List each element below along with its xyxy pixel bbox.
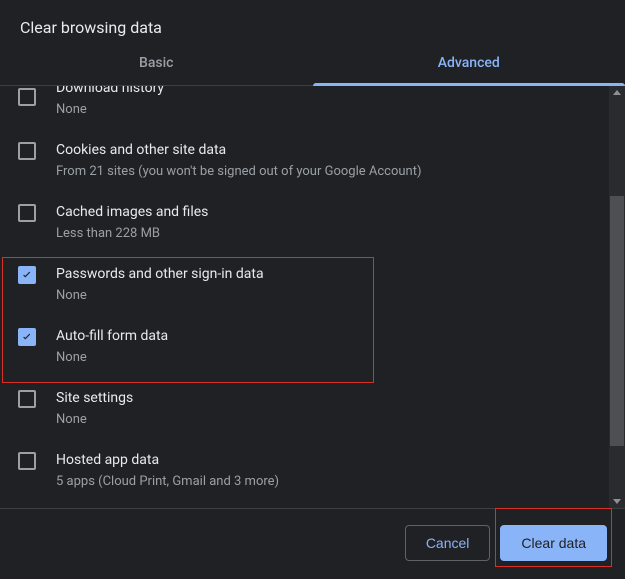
option-title: Cookies and other site data	[56, 140, 591, 160]
checkbox-autofill[interactable]	[18, 328, 36, 346]
option-title: Passwords and other sign-in data	[56, 264, 591, 284]
scroll-down-icon[interactable]	[613, 499, 621, 504]
option-site-settings: Site settingsNone	[2, 378, 609, 440]
option-subtitle: None	[56, 410, 591, 430]
option-title: Cached images and files	[56, 202, 591, 222]
option-subtitle: None	[56, 286, 591, 306]
option-title: Hosted app data	[56, 450, 591, 470]
option-title: Site settings	[56, 388, 591, 408]
scrollbar[interactable]	[609, 86, 625, 508]
content: Download history None Cookies and other si…	[0, 86, 625, 508]
tab-basic[interactable]: Basic	[0, 43, 313, 85]
option-subtitle: Less than 228 MB	[56, 224, 591, 244]
option-passwords: Passwords and other sign-in dataNone	[2, 254, 609, 316]
option-subtitle: 5 apps (Cloud Print, Gmail and 3 more)	[56, 472, 591, 492]
checkbox-download-history[interactable]	[18, 88, 36, 106]
options-list: Download history None Cookies and other si…	[0, 86, 609, 508]
checkbox-hosted-app[interactable]	[18, 452, 36, 470]
option-cache: Cached images and filesLess than 228 MB	[2, 192, 609, 254]
option-subtitle: None	[56, 348, 591, 368]
scroll-up-icon[interactable]	[613, 90, 621, 95]
option-title: Auto-fill form data	[56, 326, 591, 346]
checkbox-cookies[interactable]	[18, 142, 36, 160]
scroll-thumb[interactable]	[610, 196, 624, 446]
checkbox-passwords[interactable]	[18, 266, 36, 284]
clear-data-button[interactable]: Clear data	[500, 525, 607, 561]
tab-advanced[interactable]: Advanced	[313, 43, 625, 85]
option-title: Download history	[56, 86, 591, 98]
option-subtitle: None	[56, 100, 591, 120]
checkbox-cache[interactable]	[18, 204, 36, 222]
option-autofill: Auto-fill form dataNone	[2, 316, 609, 378]
option-subtitle: From 21 sites (you won't be signed out o…	[56, 162, 591, 182]
option-download-history: Download history None	[2, 86, 609, 130]
tabs: Basic Advanced	[0, 43, 625, 86]
checkbox-site-settings[interactable]	[18, 390, 36, 408]
option-hosted-app: Hosted app data5 apps (Cloud Print, Gmai…	[2, 440, 609, 502]
cancel-button[interactable]: Cancel	[405, 525, 491, 561]
dialog-footer: Cancel Clear data	[0, 509, 625, 579]
option-cookies: Cookies and other site dataFrom 21 sites…	[2, 130, 609, 192]
dialog-title: Clear browsing data	[0, 0, 625, 43]
clear-browsing-data-dialog: Clear browsing data Basic Advanced Downl…	[0, 0, 625, 579]
